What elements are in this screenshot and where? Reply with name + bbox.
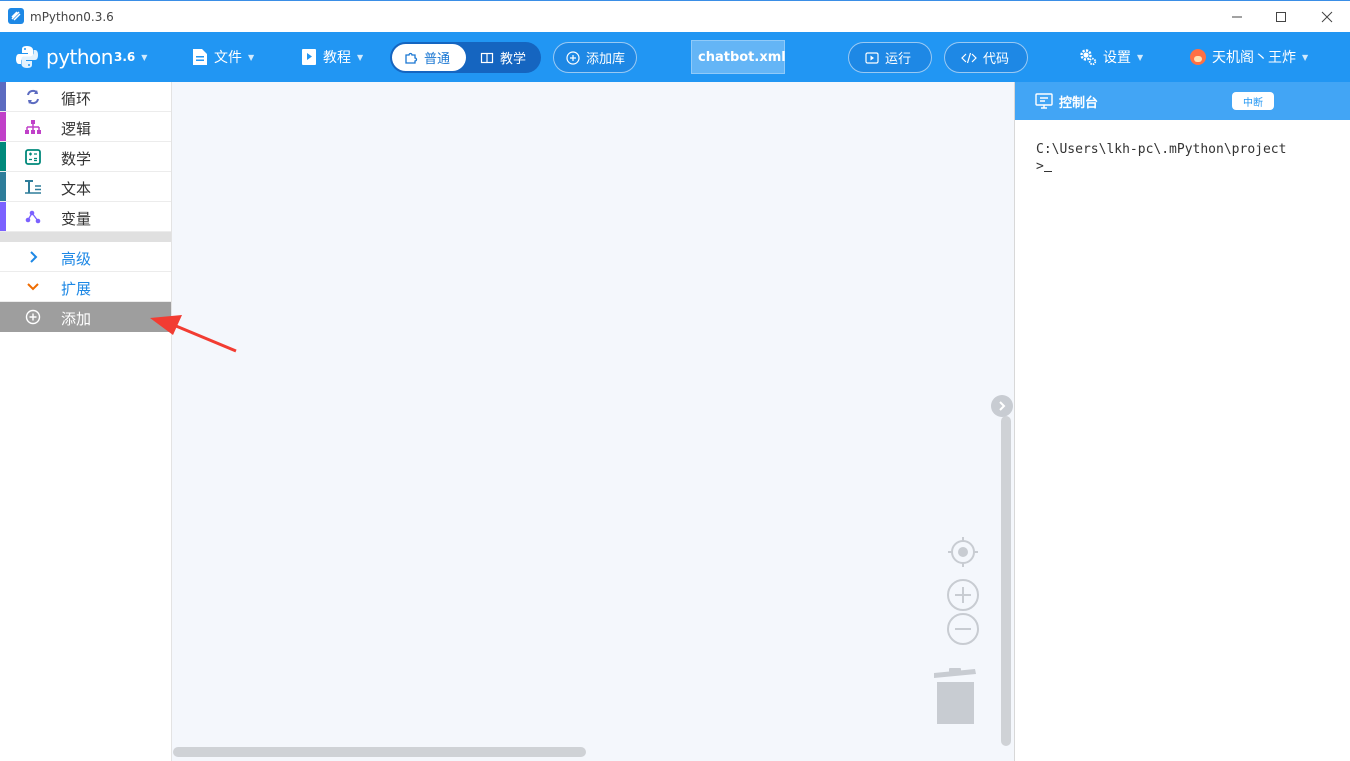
category-color-bar bbox=[0, 172, 6, 201]
code-label: 代码 bbox=[983, 52, 1010, 67]
current-file-tab[interactable]: chatbot.xml bbox=[691, 40, 786, 74]
calculator-icon bbox=[25, 149, 41, 165]
collapse-panel-button[interactable] bbox=[991, 395, 1013, 417]
current-file-name: chatbot.xml bbox=[698, 49, 786, 65]
settings-label: 设置 bbox=[1103, 50, 1131, 66]
top-toolbar: python 3.6 ▼ 文件 ▼ 教程 ▼ 普通 教学 添加库 chatbot… bbox=[0, 32, 1350, 82]
mode-toggle: 普通 教学 bbox=[390, 42, 541, 73]
trash-icon[interactable] bbox=[930, 666, 980, 728]
category-extension[interactable]: 扩展 bbox=[0, 272, 171, 302]
run-label: 运行 bbox=[885, 52, 912, 67]
variable-icon bbox=[25, 210, 41, 224]
user-name: 天机阁丶王炸 bbox=[1212, 50, 1296, 66]
category-advanced[interactable]: 高级 bbox=[0, 242, 171, 272]
console-monitor-icon bbox=[1035, 93, 1053, 109]
stop-button[interactable]: 中断 bbox=[1232, 92, 1274, 110]
close-icon bbox=[1321, 11, 1333, 23]
chevron-down-icon: ▼ bbox=[1302, 52, 1309, 62]
logic-tree-icon bbox=[25, 120, 41, 134]
window-titlebar: mPython0.3.6 bbox=[0, 0, 1350, 32]
code-button[interactable]: 代码 bbox=[944, 42, 1028, 73]
category-label: 变量 bbox=[61, 210, 92, 228]
tutorial-menu-label: 教程 bbox=[323, 50, 351, 66]
category-text[interactable]: 文本 bbox=[0, 172, 171, 202]
category-label: 添加 bbox=[61, 310, 92, 328]
mode-teaching-label: 教学 bbox=[500, 52, 527, 67]
document-icon bbox=[193, 49, 207, 65]
text-icon bbox=[25, 180, 41, 194]
window-title: mPython0.3.6 bbox=[30, 10, 114, 24]
category-label: 数学 bbox=[61, 150, 92, 168]
category-panel: 循环 逻辑 数学 文本 变量 高级 扩展 添加 bbox=[0, 82, 172, 761]
tutorial-menu[interactable]: 教程 ▼ bbox=[301, 32, 363, 82]
mode-normal-label: 普通 bbox=[424, 52, 451, 67]
app-logo-icon bbox=[8, 8, 24, 24]
chevron-down-icon: ▼ bbox=[357, 52, 364, 62]
category-label: 高级 bbox=[61, 250, 92, 268]
settings-menu[interactable]: 设置 ▼ bbox=[1079, 32, 1143, 82]
category-label: 逻辑 bbox=[61, 120, 92, 138]
category-label: 文本 bbox=[61, 180, 92, 198]
file-menu[interactable]: 文件 ▼ bbox=[192, 32, 254, 82]
console-output[interactable]: C:\Users\lkh-pc\.mPython\project > bbox=[1036, 141, 1286, 175]
console-path-line: C:\Users\lkh-pc\.mPython\project bbox=[1036, 142, 1287, 157]
python-version-menu[interactable]: python 3.6 ▼ bbox=[14, 32, 147, 82]
text-cursor bbox=[1043, 159, 1052, 172]
code-icon bbox=[961, 52, 977, 63]
recenter-icon[interactable] bbox=[946, 535, 980, 569]
avatar bbox=[1190, 49, 1206, 65]
chevron-right-icon bbox=[30, 251, 38, 263]
block-workspace[interactable] bbox=[172, 82, 1014, 761]
category-color-bar bbox=[0, 202, 6, 231]
chevron-down-icon: ▼ bbox=[248, 52, 255, 62]
category-separator bbox=[0, 232, 171, 242]
category-math[interactable]: 数学 bbox=[0, 142, 171, 172]
maximize-icon bbox=[1276, 12, 1286, 22]
chevron-right-icon bbox=[999, 401, 1006, 411]
workspace-vertical-scrollbar[interactable] bbox=[1001, 416, 1011, 746]
gear-icon bbox=[1080, 49, 1097, 66]
workspace-horizontal-scrollbar[interactable] bbox=[173, 747, 586, 757]
file-menu-label: 文件 bbox=[214, 50, 242, 66]
category-variable[interactable]: 变量 bbox=[0, 202, 171, 232]
add-library-label: 添加库 bbox=[586, 52, 626, 67]
category-color-bar bbox=[0, 142, 6, 171]
plus-circle-icon bbox=[25, 309, 41, 325]
add-library-button[interactable]: 添加库 bbox=[553, 42, 637, 73]
zoom-in-icon[interactable] bbox=[945, 578, 981, 614]
category-add-button[interactable]: 添加 bbox=[0, 302, 171, 332]
close-button[interactable] bbox=[1304, 1, 1350, 33]
category-loop[interactable]: 循环 bbox=[0, 82, 171, 112]
python-label: python bbox=[46, 45, 113, 69]
category-label: 扩展 bbox=[61, 280, 92, 298]
run-button[interactable]: 运行 bbox=[848, 42, 932, 73]
plus-circle-icon bbox=[566, 50, 580, 65]
minimize-icon bbox=[1232, 16, 1242, 18]
category-label: 循环 bbox=[61, 90, 92, 108]
console-panel: 控制台 中断 C:\Users\lkh-pc\.mPython\project … bbox=[1014, 82, 1350, 761]
video-book-icon bbox=[302, 49, 316, 65]
puzzle-icon bbox=[405, 52, 418, 64]
category-color-bar bbox=[0, 112, 6, 141]
mode-normal-button[interactable]: 普通 bbox=[392, 44, 466, 71]
console-header: 控制台 中断 bbox=[1015, 82, 1350, 120]
maximize-button[interactable] bbox=[1258, 1, 1304, 33]
console-prompt: > bbox=[1036, 159, 1044, 174]
chevron-down-icon: ▼ bbox=[1137, 52, 1144, 62]
loop-icon bbox=[27, 89, 39, 105]
python-version: 3.6 bbox=[113, 50, 136, 64]
category-logic[interactable]: 逻辑 bbox=[0, 112, 171, 142]
minimize-button[interactable] bbox=[1214, 1, 1260, 33]
play-icon bbox=[865, 51, 879, 64]
category-color-bar bbox=[0, 82, 6, 111]
user-menu[interactable]: 天机阁丶王炸 ▼ bbox=[1190, 32, 1308, 82]
chevron-down-icon: ▼ bbox=[141, 52, 148, 62]
console-title: 控制台 bbox=[1059, 96, 1099, 111]
book-icon bbox=[480, 52, 494, 63]
mode-teaching-button[interactable]: 教学 bbox=[468, 44, 539, 71]
python-logo-icon bbox=[16, 46, 38, 68]
zoom-out-icon[interactable] bbox=[945, 612, 981, 648]
chevron-down-icon bbox=[27, 283, 39, 291]
